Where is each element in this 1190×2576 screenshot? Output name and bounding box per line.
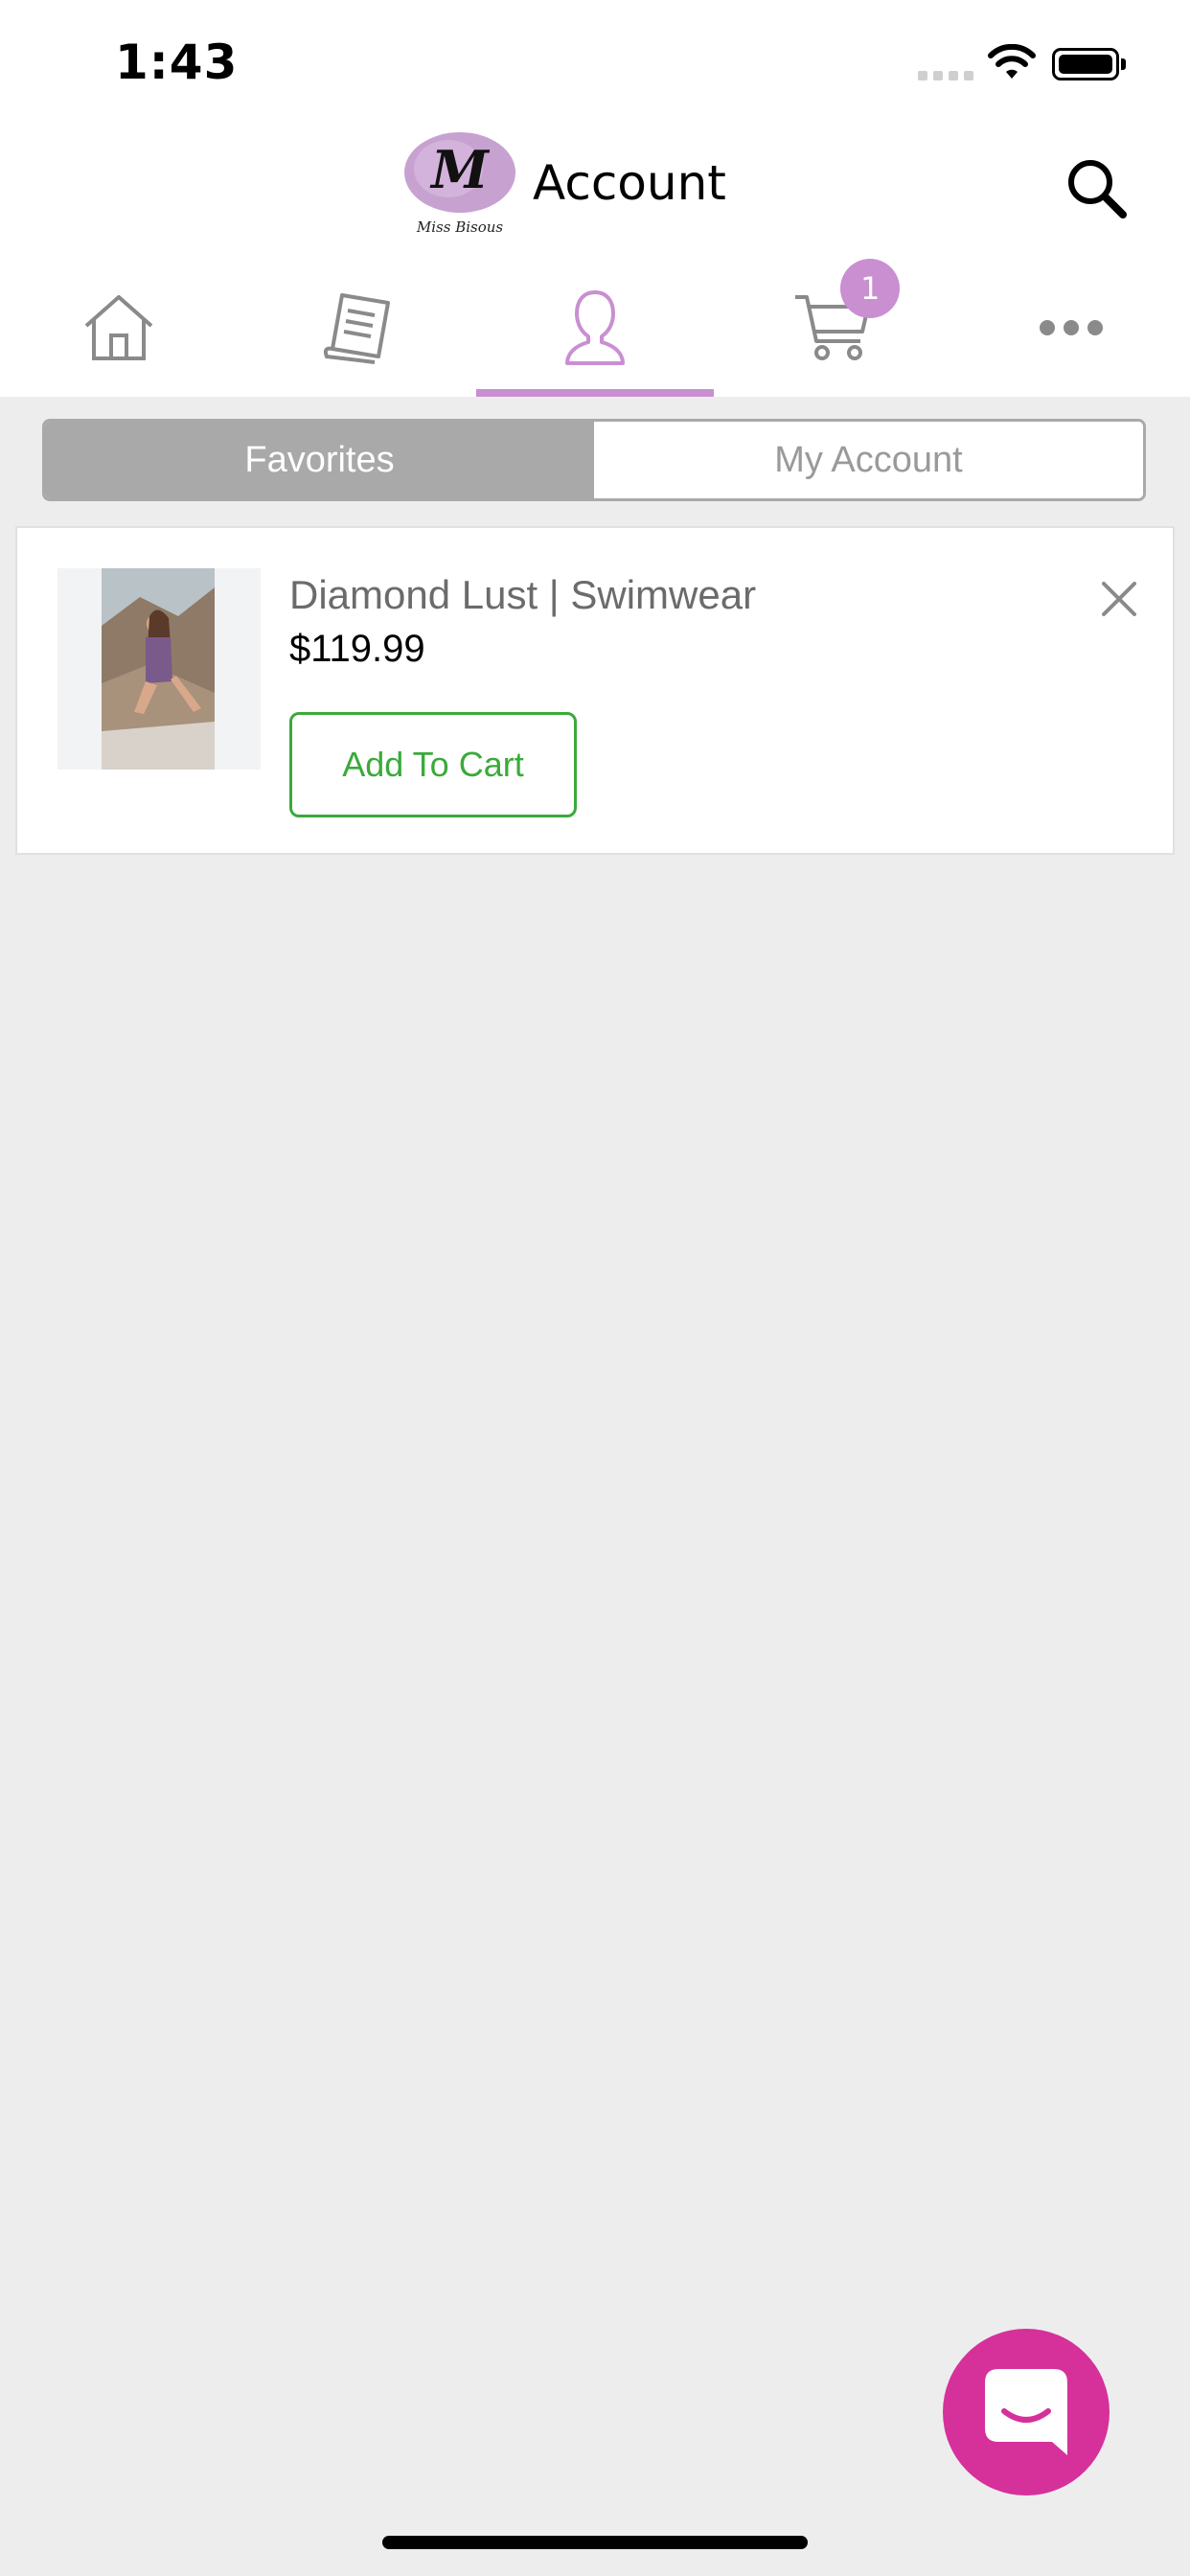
app-header: M Miss Bisous Account (0, 115, 1190, 259)
cart-count-badge: 1 (840, 259, 901, 318)
svg-text:M: M (429, 139, 491, 200)
my-account-segment[interactable]: My Account (594, 422, 1143, 498)
home-indicator (382, 2536, 808, 2549)
account-segmented-control: Favorites My Account (42, 419, 1146, 501)
user-icon (564, 290, 625, 365)
page-title: Account (533, 155, 726, 211)
tab-more[interactable] (952, 259, 1190, 397)
home-icon (84, 295, 153, 360)
svg-text:Miss Bisous: Miss Bisous (416, 218, 504, 236)
close-icon[interactable] (1098, 578, 1140, 620)
tab-bar: 1 (0, 259, 1190, 397)
chat-button[interactable] (943, 2329, 1110, 2496)
wifi-icon (988, 44, 1036, 79)
brand-logo: M Miss Bisous (404, 132, 515, 236)
tab-cart[interactable]: 1 (714, 259, 951, 397)
search-icon[interactable] (1064, 155, 1131, 222)
product-name[interactable]: Diamond Lust | Swimwear (289, 572, 756, 618)
status-bar: 1:43 (0, 0, 1190, 115)
tab-news[interactable] (238, 259, 475, 397)
document-icon (323, 293, 390, 364)
add-to-cart-button[interactable]: Add To Cart (289, 712, 577, 817)
more-icon (1039, 320, 1103, 335)
product-photo (102, 568, 215, 770)
favorites-segment[interactable]: Favorites (45, 422, 594, 498)
battery-icon (1052, 48, 1119, 80)
product-image[interactable] (57, 568, 261, 770)
chat-icon (985, 2369, 1067, 2455)
favorite-item-card: Diamond Lust | Swimwear $119.99 Add To C… (15, 526, 1175, 855)
battery-tip (1121, 58, 1126, 70)
cellular-signal-icon (918, 71, 973, 80)
status-time: 1:43 (115, 34, 239, 90)
tab-home[interactable] (0, 259, 238, 397)
product-price: $119.99 (289, 628, 425, 670)
tab-account[interactable] (475, 259, 715, 397)
